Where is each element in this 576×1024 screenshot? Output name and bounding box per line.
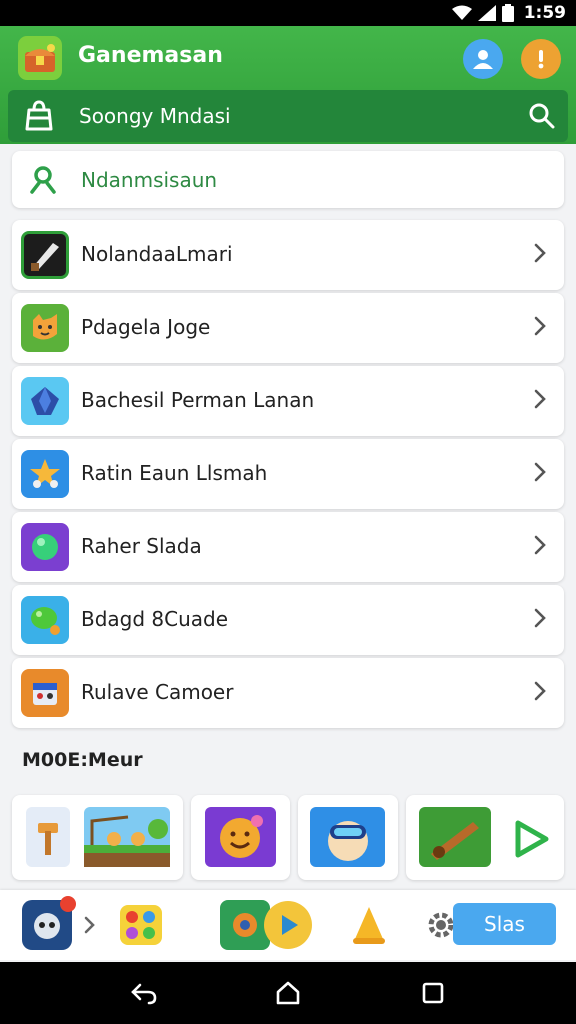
candy-app-icon[interactable] — [116, 901, 166, 949]
list-item[interactable]: Pdagela Joge — [12, 293, 564, 363]
chevron-right-icon — [534, 535, 546, 555]
chevron-right-icon — [534, 608, 546, 628]
showcase-tile[interactable] — [12, 795, 183, 880]
recents-icon — [422, 982, 444, 1004]
battery-icon — [501, 4, 514, 22]
bell-icon[interactable] — [344, 900, 394, 950]
status-time: 1:59 — [523, 3, 566, 23]
status-icons: 1:59 — [451, 0, 566, 26]
exclamation-icon — [538, 50, 544, 69]
filter-label: Ndanmsisaun — [81, 168, 218, 192]
smiley-icon — [205, 807, 276, 867]
app-logo — [18, 36, 62, 80]
list-item[interactable]: Rulave Camoer — [12, 658, 564, 728]
list-item[interactable]: NolandaaLmari — [12, 220, 564, 290]
back-icon — [131, 983, 157, 1005]
play-icon[interactable] — [264, 901, 312, 949]
cat-icon — [21, 304, 69, 352]
alien-app-icon[interactable] — [22, 896, 76, 950]
cannon-icon — [419, 807, 491, 867]
showcase-tile[interactable] — [298, 795, 398, 880]
bubble-icon — [21, 596, 69, 644]
home-icon — [276, 981, 300, 1005]
chevron-right-icon — [534, 681, 546, 701]
app-header: Ganemasan Soongy Mndasi — [0, 26, 576, 144]
list-item[interactable]: Bdagd 8Cuade — [12, 585, 564, 655]
knife-icon — [21, 231, 69, 279]
app-title: Ganemasan — [78, 43, 223, 68]
diver-icon — [310, 807, 385, 867]
home-button[interactable] — [273, 978, 303, 1008]
showcase-tile[interactable] — [191, 795, 290, 880]
list-item-label: Raher Slada — [81, 534, 202, 558]
section-title: M00E:Meur — [22, 749, 143, 771]
hammer-icon — [26, 807, 70, 867]
list-item[interactable]: Raher Slada — [12, 512, 564, 582]
list-item-label: Bachesil Perman Lanan — [81, 388, 315, 412]
list-item-label: Rulave Camoer — [81, 680, 234, 704]
list-item-label: NolandaaLmari — [81, 242, 233, 266]
farm-scene-icon — [84, 807, 170, 867]
chevron-right-icon[interactable] — [84, 916, 96, 934]
chevron-right-icon — [534, 389, 546, 409]
store-icon — [25, 100, 53, 131]
notification-badge — [60, 896, 76, 912]
user-icon — [473, 50, 493, 69]
list-item[interactable]: Ratin Eaun Llsmah — [12, 439, 564, 509]
gear-game-icon[interactable] — [220, 900, 270, 950]
search-text: Soongy Mndasi — [79, 104, 231, 128]
treasure-chest-icon — [25, 44, 55, 72]
signal-icon — [477, 5, 496, 21]
filter-card[interactable]: Ndanmsisaun — [12, 151, 564, 208]
bottom-app-strip: Slas — [0, 890, 576, 960]
chevron-right-icon — [534, 316, 546, 336]
showcase-tile[interactable] — [406, 795, 564, 880]
search-icon[interactable] — [528, 102, 556, 130]
recents-button[interactable] — [418, 978, 448, 1008]
play-store-icon[interactable] — [510, 819, 550, 859]
alert-button[interactable] — [521, 39, 561, 79]
list-item-label: Bdagd 8Cuade — [81, 607, 229, 631]
search-bar[interactable]: Soongy Mndasi — [8, 90, 568, 142]
list-item-label: Ratin Eaun Llsmah — [81, 461, 268, 485]
status-bar: 1:59 — [0, 0, 576, 26]
gem-icon — [21, 377, 69, 425]
system-nav-bar — [0, 962, 576, 1024]
profile-button[interactable] — [463, 39, 503, 79]
chevron-right-icon — [534, 462, 546, 482]
robot-icon — [21, 669, 69, 717]
user-pin-icon — [30, 166, 56, 194]
back-button[interactable] — [129, 978, 159, 1008]
list-item-label: Pdagela Joge — [81, 315, 211, 339]
list-item[interactable]: Bachesil Perman Lanan — [12, 366, 564, 436]
wifi-icon — [451, 5, 472, 20]
play-button[interactable]: Slas — [453, 903, 556, 945]
orb-icon — [21, 523, 69, 571]
star-character-icon — [21, 450, 69, 498]
chevron-right-icon — [534, 243, 546, 263]
